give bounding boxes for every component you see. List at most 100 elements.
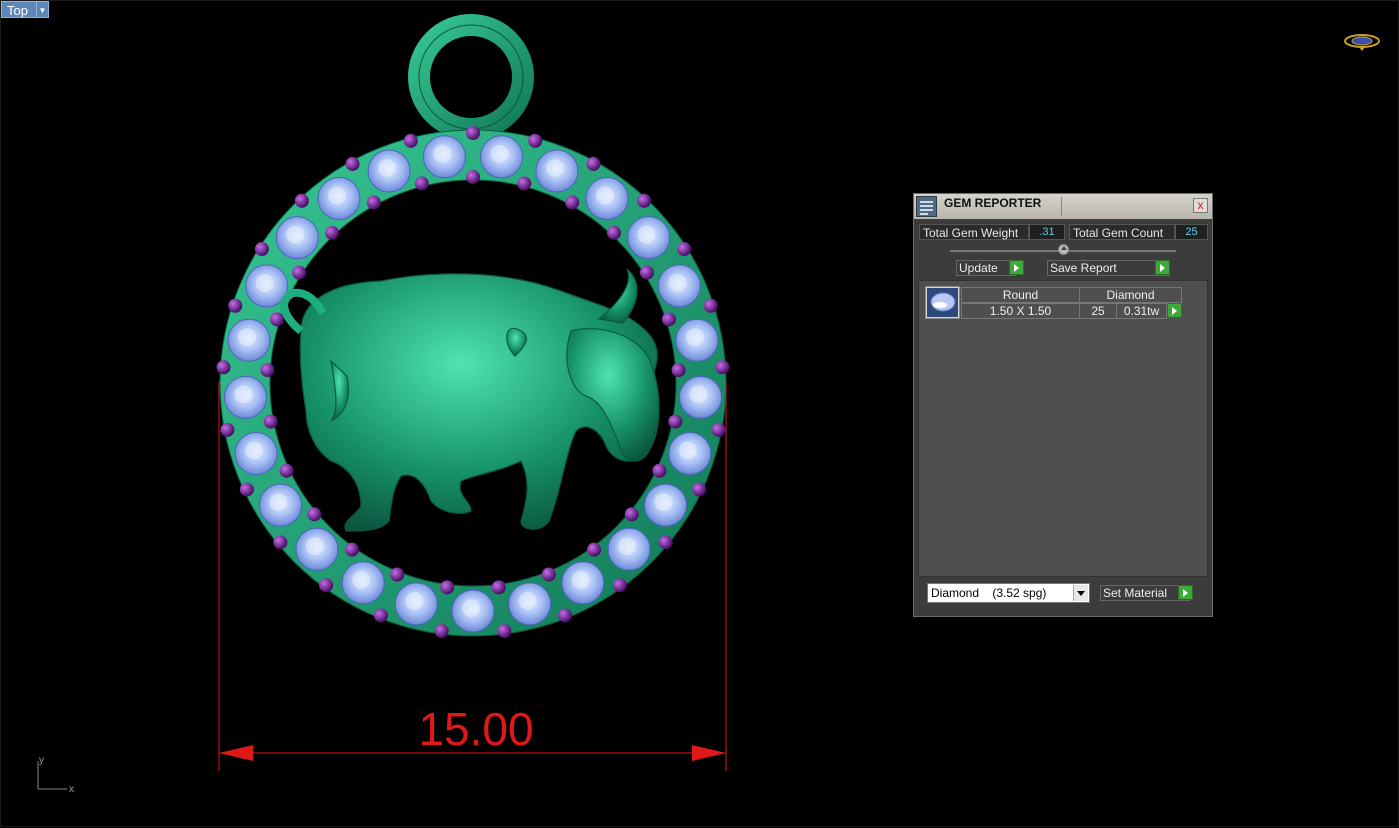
prong-bead — [565, 195, 580, 210]
prong-bead — [434, 624, 449, 639]
prong-bead — [671, 363, 686, 378]
gem-highlight — [405, 591, 424, 610]
prong-bead — [612, 578, 627, 593]
gem-highlight — [352, 570, 371, 589]
prong-bead — [239, 482, 254, 497]
prong-bead — [344, 542, 359, 557]
prong-bead — [491, 580, 506, 595]
gem-shape-header: Round — [961, 287, 1080, 303]
gem-list: Round Diamond 1.50 X 1.50 25 0.31tw — [918, 280, 1208, 577]
bull-figure — [280, 268, 660, 532]
prong-bead — [466, 170, 480, 184]
gem-highlight — [668, 273, 687, 292]
gem-highlight — [269, 493, 288, 512]
gem-highlight — [234, 385, 253, 404]
material-select[interactable]: Diamond (3.52 spg) — [927, 583, 1090, 603]
prong-bead — [273, 535, 288, 550]
prong-bead — [414, 176, 429, 191]
app-logo-icon — [1344, 34, 1380, 51]
gem-highlight — [238, 328, 257, 347]
prong-bead — [220, 422, 235, 437]
prong-bead — [711, 422, 726, 437]
prong-bead — [270, 312, 285, 327]
prong-bead — [466, 126, 480, 140]
prong-bead — [703, 298, 718, 313]
prong-bead — [658, 535, 673, 550]
gem-highlight — [654, 493, 673, 512]
prong-bead — [637, 193, 652, 208]
prong-bead — [558, 608, 573, 623]
prong-bead — [715, 360, 730, 375]
gem-highlight — [305, 537, 324, 556]
panel-slider-knob[interactable] — [1058, 244, 1069, 255]
gem-material-header: Diamond — [1079, 287, 1182, 303]
gem-highlight — [678, 441, 697, 460]
prong-bead — [652, 463, 667, 478]
gem-highlight — [637, 225, 656, 244]
prong-bead — [292, 265, 307, 280]
prong-bead — [390, 567, 405, 582]
prong-bead — [345, 156, 360, 171]
gem-highlight — [433, 144, 452, 163]
update-go-icon[interactable] — [1009, 260, 1024, 275]
set-material-button[interactable]: Set Material — [1100, 585, 1190, 601]
gem-highlight — [689, 385, 708, 404]
panel-titlebar[interactable]: GEM REPORTER x — [914, 194, 1212, 219]
prong-bead — [228, 298, 243, 313]
prong-bead — [263, 414, 278, 429]
save-report-go-icon[interactable] — [1155, 260, 1170, 275]
gem-row-go-icon[interactable] — [1167, 303, 1182, 318]
gem-highlight — [462, 599, 480, 617]
axis-x-label: x — [69, 784, 74, 795]
prong-bead — [279, 463, 294, 478]
prong-bead — [541, 567, 556, 582]
prong-bead — [497, 624, 512, 639]
gem-weight-cell: 0.31tw — [1116, 303, 1167, 319]
gem-size-cell: 1.50 X 1.50 — [961, 303, 1080, 319]
prong-bead — [692, 482, 707, 497]
gem-highlight — [518, 591, 537, 610]
prong-bead — [668, 414, 683, 429]
axis-indicator: y x — [37, 755, 74, 795]
prong-bead — [639, 265, 654, 280]
round-gem-icon — [930, 292, 956, 312]
prong-bead — [587, 542, 602, 557]
save-report-button[interactable]: Save Report — [1047, 260, 1170, 276]
gem-thumbnail-icon[interactable] — [925, 286, 960, 319]
gem-highlight — [378, 159, 397, 178]
total-gem-weight-value: .31 — [1029, 224, 1065, 240]
panel-title: GEM REPORTER — [944, 196, 1042, 210]
gem-highlight — [286, 225, 305, 244]
prong-bead — [254, 242, 269, 257]
prong-bead — [403, 133, 418, 148]
prong-bead — [586, 156, 601, 171]
prong-bead — [366, 195, 381, 210]
material-select-value: Diamond (3.52 spg) — [931, 586, 1047, 600]
prong-bead — [661, 312, 676, 327]
prong-bead — [528, 133, 543, 148]
prong-bead — [307, 507, 322, 522]
prong-bead — [517, 176, 532, 191]
prong-bead — [319, 578, 334, 593]
prong-bead — [440, 580, 455, 595]
gem-highlight — [618, 537, 637, 556]
gem-highlight — [571, 570, 590, 589]
prong-bead — [677, 242, 692, 257]
chevron-down-icon[interactable] — [1073, 585, 1088, 601]
gem-highlight — [245, 441, 264, 460]
prong-bead — [607, 225, 622, 240]
gem-highlight — [490, 144, 509, 163]
gem-highlight — [596, 186, 615, 205]
prong-bead — [216, 360, 231, 375]
close-button[interactable]: x — [1193, 198, 1208, 213]
dimension-arrow-left — [219, 745, 253, 761]
axis-y-label: y — [39, 755, 44, 766]
update-button[interactable]: Update — [956, 260, 1016, 276]
set-material-go-icon[interactable] — [1178, 585, 1193, 600]
dimension-value: 15.00 — [418, 703, 533, 755]
total-gem-weight-label: Total Gem Weight — [919, 224, 1029, 240]
gem-highlight — [685, 328, 704, 347]
total-gem-count-value: 25 — [1175, 224, 1208, 240]
bail — [408, 14, 534, 140]
dimension-arrow-right — [692, 745, 726, 761]
